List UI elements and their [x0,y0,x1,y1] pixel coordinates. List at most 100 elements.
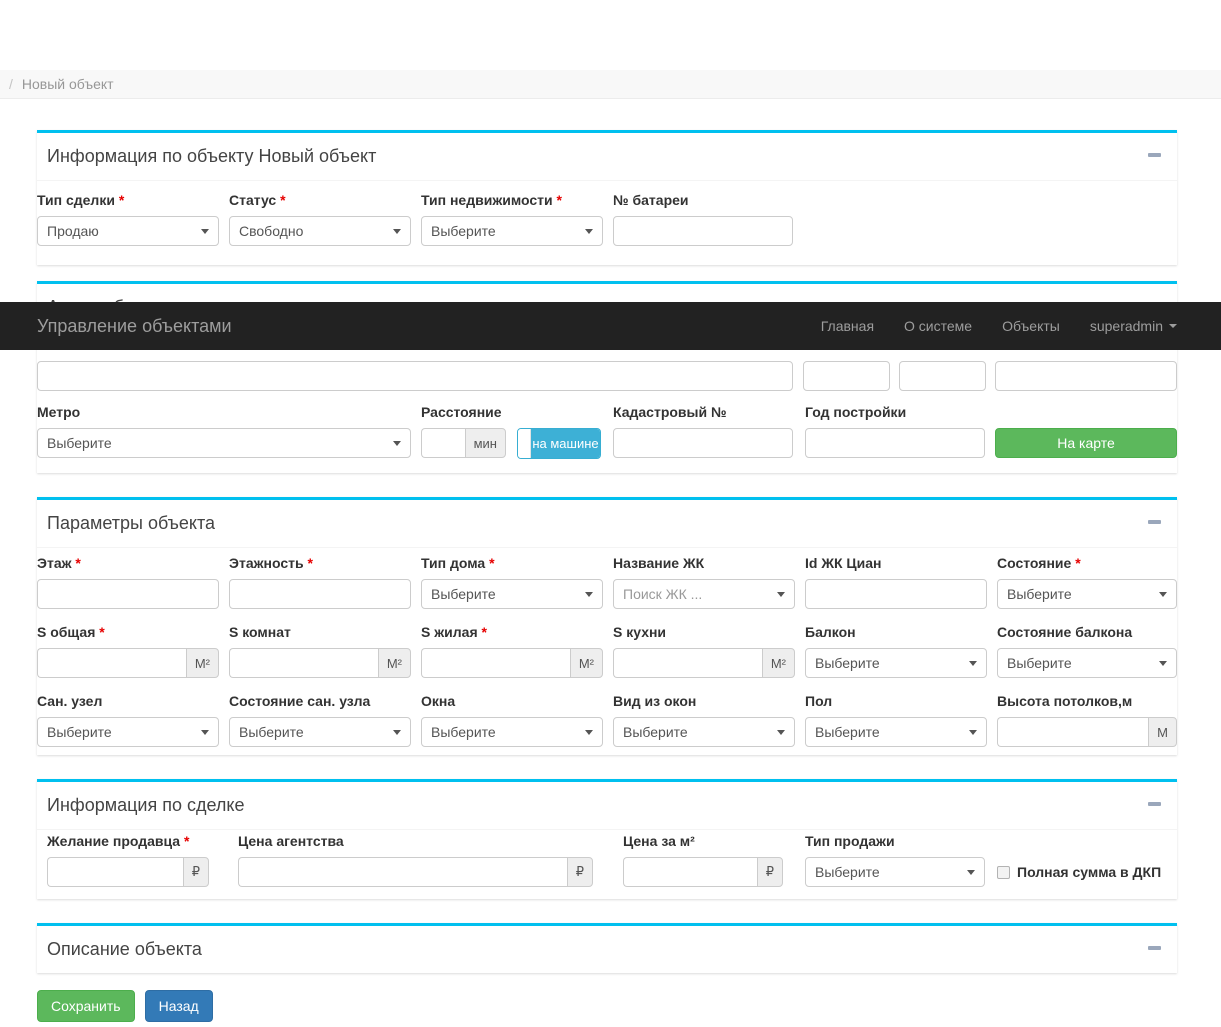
price-per-m2-input[interactable] [623,857,757,887]
condition-select[interactable]: Выберите [997,579,1177,609]
distance-input[interactable] [421,428,465,458]
ceiling-height-label: Высота потолков,м [997,693,1177,710]
sale-type-label: Тип продажи [805,833,985,850]
seller-wish-label: Желание продавца * [47,833,209,850]
agency-price-input[interactable] [238,857,567,887]
address-extra-input-2[interactable] [899,361,986,391]
ceiling-height-input[interactable] [997,717,1148,747]
balcony-label: Балкон [805,624,987,641]
chevron-down-icon [585,592,593,597]
seller-wish-input[interactable] [47,857,183,887]
floor-label: Этаж * [37,555,219,572]
ruble-addon: ₽ [567,857,593,887]
back-button[interactable]: Назад [145,990,213,1022]
chevron-down-icon [777,730,785,735]
chevron-down-icon [585,229,593,234]
sale-type-select[interactable]: Выберите [805,857,985,887]
build-year-label: Год постройки [805,404,985,421]
nav-link-about[interactable]: О системе [889,318,987,334]
area-living-label: S жилая * [421,624,603,641]
cian-id-input[interactable] [805,579,987,609]
chevron-down-icon [393,730,401,735]
floor-cover-label: Пол [805,693,987,710]
section-title: Параметры объекта [47,513,215,533]
metro-label: Метро [37,404,411,421]
area-rooms-label: S комнат [229,624,411,641]
floors-total-input[interactable] [229,579,411,609]
bathroom-state-select[interactable]: Выберите [229,717,411,747]
full-sum-dkp-checkbox[interactable] [997,866,1010,879]
status-select[interactable]: Свободно [229,216,411,246]
user-menu-label: superadmin [1090,318,1163,334]
battery-number-input[interactable] [613,216,793,246]
complex-name-label: Название ЖК [613,555,795,572]
m2-addon: М² [378,648,411,678]
cadastre-label: Кадастровый № [613,404,793,421]
breadcrumb: / Новый объект [0,70,1221,99]
m2-addon: М² [570,648,603,678]
deal-type-select[interactable]: Продаю [37,216,219,246]
windows-label: Окна [421,693,603,710]
condition-label: Состояние * [997,555,1177,572]
bathroom-label: Сан. узел [37,693,219,710]
collapse-minus-icon[interactable] [1148,520,1161,524]
bathroom-state-label: Состояние сан. узла [229,693,411,710]
metro-select[interactable]: Выберите [37,428,411,458]
area-kitchen-input[interactable] [613,648,762,678]
area-total-label: S общая * [37,624,219,641]
cadastre-input[interactable] [613,428,793,458]
nav-link-home[interactable]: Главная [806,318,889,334]
section-description: Описание объекта [37,923,1177,973]
address-extra-input-1[interactable] [803,361,890,391]
chevron-down-icon [1159,592,1167,597]
collapse-minus-icon[interactable] [1148,153,1161,157]
house-type-select[interactable]: Выберите [421,579,603,609]
balcony-state-label: Состояние балкона [997,624,1177,641]
section-object-info-header: Информация по объекту Новый объект [37,133,1177,181]
floor-input[interactable] [37,579,219,609]
address-input[interactable] [37,361,793,391]
form-container: Информация по объекту Новый объект Тип с… [37,130,1177,1022]
form-actions: Сохранить Назад [37,990,1177,1022]
balcony-state-select[interactable]: Выберите [997,648,1177,678]
chevron-down-icon [777,592,785,597]
distance-label: Расстояние [421,404,506,421]
collapse-minus-icon[interactable] [1148,946,1161,950]
section-description-header: Описание объекта [37,926,1177,973]
realty-type-label: Тип недвижимости * [421,192,603,209]
section-title: Информация по сделке [47,795,244,815]
by-car-toggle[interactable]: на машине [517,428,601,459]
window-view-select[interactable]: Выберите [613,717,795,747]
section-params-body: Этаж * Этажность * Тип дома * Выберите Н… [37,548,1177,755]
deal-type-label: Тип сделки * [37,192,219,209]
area-total-input[interactable] [37,648,186,678]
complex-search-select[interactable]: Поиск ЖК ... [613,579,795,609]
status-label: Статус * [229,192,411,209]
section-address-body: Метро Выберите Расстояние мин [37,332,1177,473]
top-whitespace [0,0,1221,70]
chevron-down-icon [393,441,401,446]
save-button[interactable]: Сохранить [37,990,135,1022]
chevron-down-icon [969,730,977,735]
toggle-knob [518,429,531,458]
on-map-button[interactable]: На карте [995,428,1177,458]
address-extra-input-3[interactable] [995,361,1177,391]
user-menu-dropdown[interactable]: superadmin [1075,318,1177,334]
bathroom-select[interactable]: Выберите [37,717,219,747]
chevron-down-icon [201,229,209,234]
breadcrumb-separator: / [9,76,13,92]
realty-type-select[interactable]: Выберите [421,216,603,246]
breadcrumb-current: Новый объект [22,76,114,92]
balcony-select[interactable]: Выберите [805,648,987,678]
m-addon: М [1148,717,1177,747]
nav-link-objects[interactable]: Объекты [987,318,1075,334]
windows-select[interactable]: Выберите [421,717,603,747]
navbar-brand[interactable]: Управление объектами [0,316,232,337]
collapse-minus-icon[interactable] [1148,802,1161,806]
area-rooms-input[interactable] [229,648,378,678]
chevron-down-icon [969,661,977,666]
area-living-input[interactable] [421,648,570,678]
build-year-input[interactable] [805,428,985,458]
floor-cover-select[interactable]: Выберите [805,717,987,747]
chevron-down-icon [967,870,975,875]
